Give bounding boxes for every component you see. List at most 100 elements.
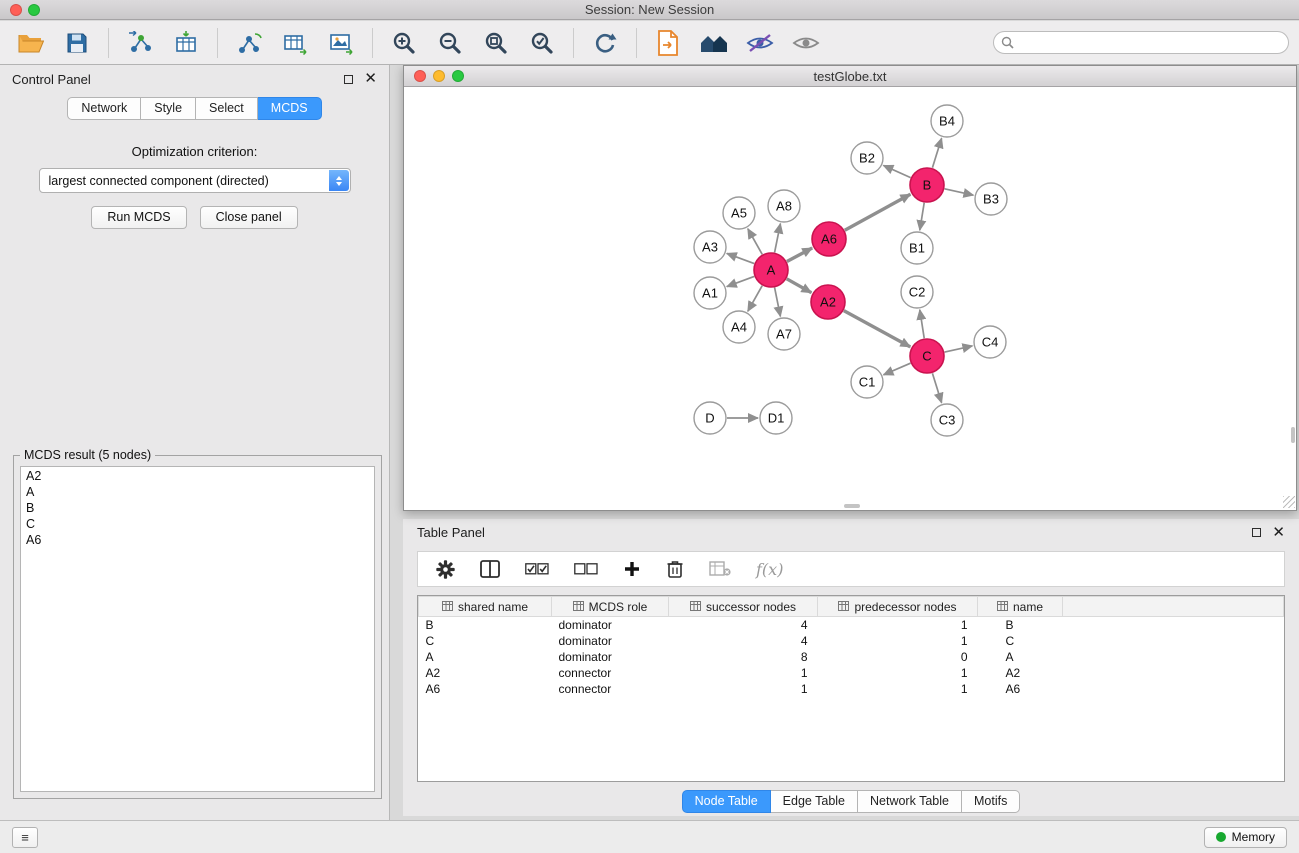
column-header-name[interactable]: name	[978, 597, 1063, 617]
network-window-titlebar[interactable]: testGlobe.txt	[404, 66, 1296, 87]
open-session-file-button[interactable]	[653, 27, 683, 59]
graph-node-A[interactable]: A	[754, 253, 788, 287]
table-cell[interactable]: 1	[818, 681, 978, 697]
mcds-result-item[interactable]: B	[21, 500, 374, 516]
graph-node-A7[interactable]: A7	[768, 318, 800, 350]
table-cell[interactable]: connector	[552, 681, 669, 697]
zoom-out-button[interactable]	[435, 27, 465, 59]
graph-node-B2[interactable]: B2	[851, 142, 883, 174]
edge-A-A3[interactable]	[727, 253, 754, 263]
zoom-in-button[interactable]	[389, 27, 419, 59]
graph-node-A2[interactable]: A2	[811, 285, 845, 319]
graph-node-C4[interactable]: C4	[974, 326, 1006, 358]
close-window-button[interactable]	[10, 4, 22, 16]
graph-node-A6[interactable]: A6	[812, 222, 846, 256]
close-panel-button[interactable]: Close panel	[200, 206, 298, 229]
home-button[interactable]	[699, 27, 729, 59]
graph-node-A4[interactable]: A4	[723, 311, 755, 343]
graph-node-A8[interactable]: A8	[768, 190, 800, 222]
task-history-button[interactable]: ≡	[12, 827, 38, 848]
table-settings-button[interactable]	[436, 560, 455, 579]
table-row[interactable]: Adominator80A	[419, 649, 1284, 665]
edge-C-C2[interactable]	[920, 310, 924, 338]
tab-mcds[interactable]: MCDS	[258, 97, 322, 120]
edge-C-C1[interactable]	[884, 363, 911, 375]
edge-A-A6[interactable]	[787, 248, 812, 262]
graph-node-B[interactable]: B	[910, 168, 944, 202]
import-table-button[interactable]	[171, 27, 201, 59]
zoom-network-window-button[interactable]	[452, 70, 464, 82]
edge-A6-B[interactable]	[845, 194, 911, 230]
optimization-dropdown[interactable]: largest connected component (directed)	[39, 168, 351, 193]
zoom-window-button[interactable]	[28, 4, 40, 16]
graph-node-D1[interactable]: D1	[760, 402, 792, 434]
graph-node-A3[interactable]: A3	[694, 231, 726, 263]
import-network-button[interactable]	[125, 27, 155, 59]
mcds-result-item[interactable]: A2	[21, 468, 374, 484]
column-header-predecessor-nodes[interactable]: predecessor nodes	[818, 597, 978, 617]
tab-motifs[interactable]: Motifs	[962, 790, 1020, 813]
minimize-network-window-button[interactable]	[433, 70, 445, 82]
table-cell[interactable]: dominator	[552, 617, 669, 633]
graph-node-B3[interactable]: B3	[975, 183, 1007, 215]
table-cell[interactable]: C	[419, 633, 552, 649]
tab-select[interactable]: Select	[196, 97, 258, 120]
edge-A-A7[interactable]	[775, 288, 781, 317]
window-resize-grip[interactable]	[1283, 496, 1295, 508]
table-cell[interactable]: A6	[419, 681, 552, 697]
table-row[interactable]: Bdominator41B	[419, 617, 1284, 633]
zoom-fit-button[interactable]	[481, 27, 511, 59]
graph-node-A5[interactable]: A5	[723, 197, 755, 229]
show-hide-panel-button[interactable]	[791, 27, 821, 59]
edge-B-B3[interactable]	[945, 189, 974, 195]
table-cell[interactable]: 0	[818, 649, 978, 665]
float-table-panel-icon[interactable]	[1252, 528, 1261, 537]
table-cell[interactable]: 1	[818, 633, 978, 649]
table-row[interactable]: A2connector11A2	[419, 665, 1284, 681]
tab-edge-table[interactable]: Edge Table	[771, 790, 858, 813]
vertical-scrollbar-thumb[interactable]	[1291, 427, 1295, 443]
table-cell[interactable]: 4	[669, 633, 818, 649]
export-image-button[interactable]	[326, 27, 356, 59]
table-cell[interactable]: B	[978, 617, 1063, 633]
graph-node-B1[interactable]: B1	[901, 232, 933, 264]
mcds-result-list[interactable]: A2ABCA6	[20, 466, 375, 792]
network-canvas[interactable]: B4B2BB3A5A8A6A3B1AA1C2A2A4A7C4CC1C3DD1	[404, 87, 1296, 509]
graph-node-C[interactable]: C	[910, 339, 944, 373]
table-cell[interactable]: 1	[669, 681, 818, 697]
tab-style[interactable]: Style	[141, 97, 196, 120]
zoom-selected-button[interactable]	[527, 27, 557, 59]
show-columns-button[interactable]	[480, 560, 500, 578]
table-cell[interactable]: 1	[818, 665, 978, 681]
table-cell[interactable]: A2	[978, 665, 1063, 681]
edge-A-A5[interactable]	[748, 229, 762, 255]
edge-B-B4[interactable]	[932, 138, 941, 168]
graph-node-D[interactable]: D	[694, 402, 726, 434]
function-builder-button[interactable]: f(x)	[756, 560, 783, 579]
select-all-rows-button[interactable]	[525, 563, 549, 575]
table-cell[interactable]: 4	[669, 617, 818, 633]
edge-A-A2[interactable]	[787, 279, 812, 293]
table-cell[interactable]: A	[419, 649, 552, 665]
edge-A-A4[interactable]	[748, 286, 762, 312]
graph-node-B4[interactable]: B4	[931, 105, 963, 137]
save-session-button[interactable]	[62, 27, 92, 59]
delete-table-button[interactable]	[709, 561, 731, 577]
graph-node-C2[interactable]: C2	[901, 276, 933, 308]
delete-column-button[interactable]	[666, 559, 684, 579]
close-panel-icon[interactable]: ✕	[364, 74, 377, 84]
table-cell[interactable]: A	[978, 649, 1063, 665]
search-input[interactable]	[993, 31, 1289, 54]
edge-A-A1[interactable]	[727, 276, 754, 286]
refresh-view-button[interactable]	[590, 27, 620, 59]
new-network-button[interactable]	[234, 27, 264, 59]
table-cell[interactable]: 1	[669, 665, 818, 681]
column-header-successor-nodes[interactable]: successor nodes	[669, 597, 818, 617]
horizontal-scrollbar-thumb[interactable]	[844, 504, 860, 508]
table-cell[interactable]: dominator	[552, 633, 669, 649]
tab-node-table[interactable]: Node Table	[682, 790, 771, 813]
toggle-graphics-details-button[interactable]	[745, 27, 775, 59]
table-cell[interactable]: dominator	[552, 649, 669, 665]
table-cell[interactable]: C	[978, 633, 1063, 649]
table-cell[interactable]: B	[419, 617, 552, 633]
